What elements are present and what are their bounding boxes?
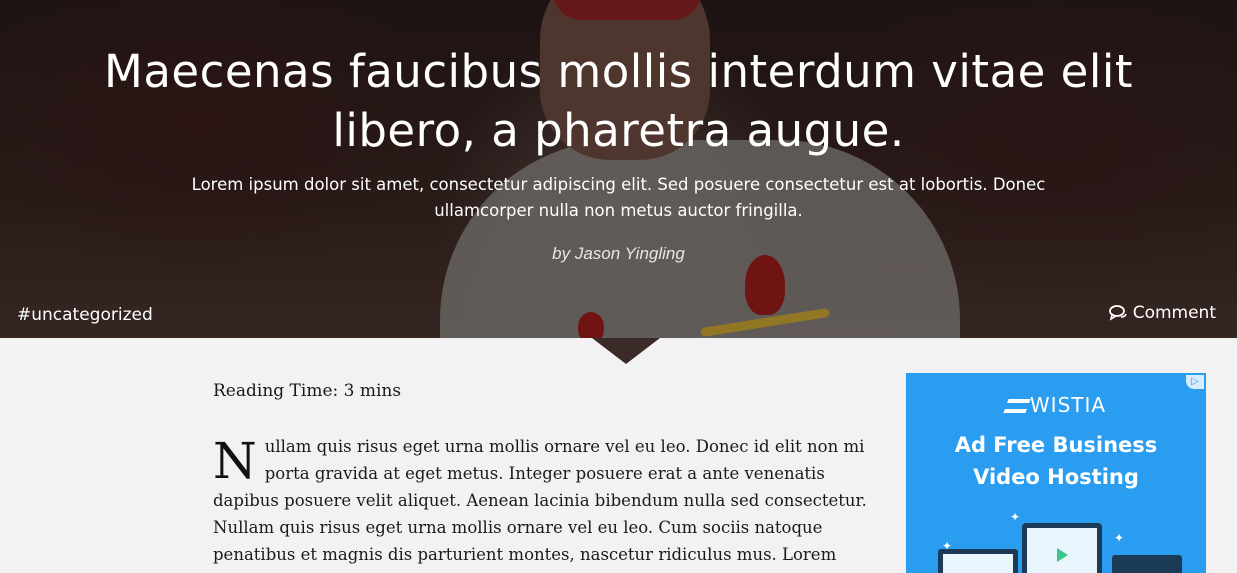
sidebar-ad[interactable]: ▷ WISTIA Ad Free Business Video Hosting …	[906, 373, 1206, 573]
ad-brand-logo: WISTIA	[906, 393, 1206, 417]
ad-headline-line2: Video Hosting	[973, 465, 1139, 489]
tablet-illustration	[1112, 555, 1182, 573]
comment-label: Comment	[1132, 303, 1216, 323]
ad-brand-text: WISTIA	[1029, 393, 1107, 417]
sparkle-icon: ✦	[1010, 510, 1021, 524]
hero-notch	[592, 338, 660, 364]
reading-time: Reading Time: 3 mins	[213, 381, 402, 401]
comment-link[interactable]: Comment	[1108, 303, 1216, 323]
wistia-logo-icon	[1003, 399, 1031, 413]
post-subtitle: Lorem ipsum dolor sit amet, consectetur …	[191, 175, 1046, 220]
category-tag-link[interactable]: #uncategorized	[17, 305, 153, 325]
ad-headline: Ad Free Business Video Hosting	[906, 429, 1206, 493]
speech-bubbles-icon	[1108, 305, 1127, 321]
sparkle-icon: ✦	[942, 539, 953, 553]
sparkle-icon: ✦	[1114, 531, 1125, 545]
hero-banner: Maecenas faucibus mollis interdum vitae …	[0, 0, 1237, 338]
post-title: Maecenas faucibus mollis interdum vitae …	[104, 45, 1133, 157]
adchoices-icon[interactable]: ▷	[1186, 375, 1204, 389]
post-author[interactable]: by Jason Yingling	[0, 244, 1237, 264]
monitor-illustration	[1022, 523, 1102, 573]
dropcap: N	[213, 432, 257, 490]
article-paragraph: ullam quis risus eget urna mollis ornare…	[213, 437, 867, 564]
ad-headline-line1: Ad Free Business	[954, 433, 1158, 457]
article-body: N ullam quis risus eget urna mollis orna…	[213, 433, 883, 568]
